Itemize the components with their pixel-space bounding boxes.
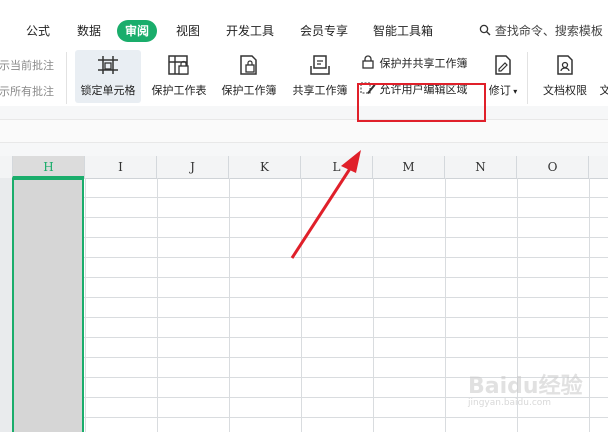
watermark-url: jingyan.baidu.com xyxy=(468,398,552,408)
watermark: Baidu经验 xyxy=(468,374,583,399)
